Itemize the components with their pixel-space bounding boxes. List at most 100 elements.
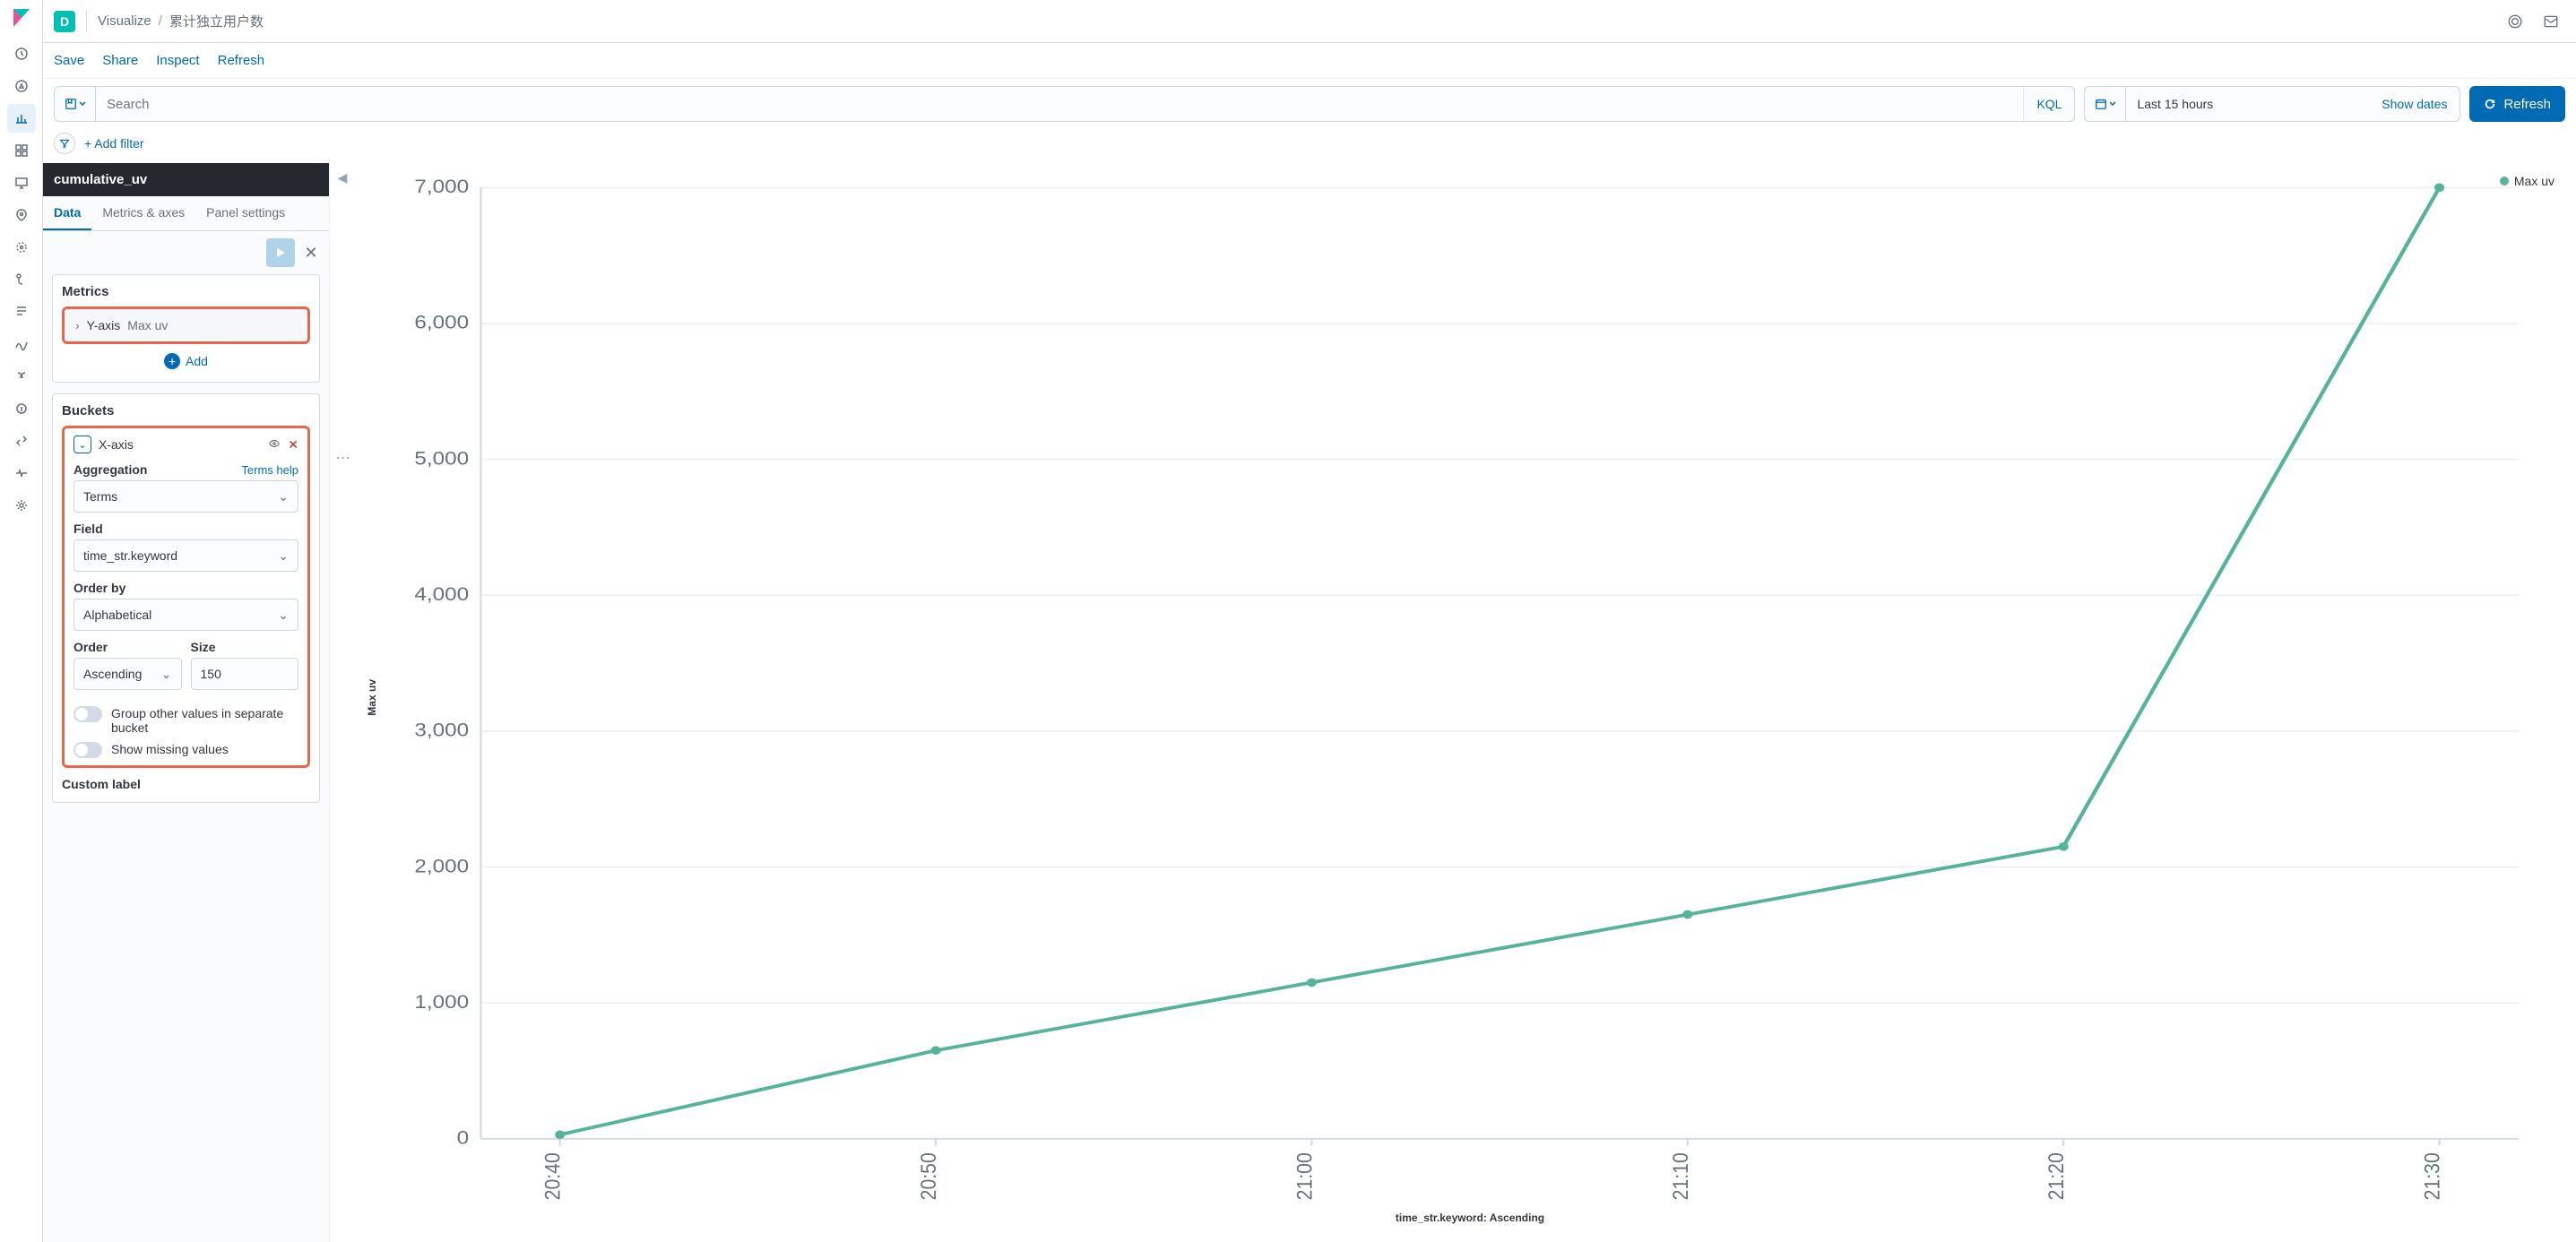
inspect-link[interactable]: Inspect <box>156 53 199 68</box>
nav-visualize-icon[interactable] <box>7 104 36 133</box>
date-range-text[interactable]: Last 15 hours <box>2126 97 2369 111</box>
discard-changes-icon[interactable]: ✕ <box>302 244 320 263</box>
orderby-select[interactable]: Alphabetical ⌄ <box>73 599 298 631</box>
nav-discover-icon[interactable] <box>7 72 36 100</box>
collapse-gutter: ◀ ⋮ <box>330 163 355 1242</box>
add-filter-link[interactable]: + Add filter <box>84 136 144 151</box>
svg-text:7,000: 7,000 <box>414 176 469 197</box>
tab-data[interactable]: Data <box>43 196 91 230</box>
size-input[interactable]: 150 <box>191 658 299 690</box>
svg-text:3,000: 3,000 <box>414 719 469 740</box>
nav-apm-icon[interactable] <box>7 330 36 358</box>
refresh-button-label: Refresh <box>2503 97 2551 112</box>
order-label: Order <box>73 640 108 654</box>
resize-handle-icon[interactable]: ⋮ <box>334 451 351 466</box>
svg-text:21:30: 21:30 <box>2419 1152 2444 1200</box>
metrics-section: Metrics › Y-axis Max uv + Add <box>52 274 320 383</box>
svg-text:21:10: 21:10 <box>1667 1152 1692 1200</box>
apply-changes-button[interactable] <box>266 238 295 267</box>
nav-devtools-icon[interactable] <box>7 427 36 455</box>
refresh-button[interactable]: Refresh <box>2469 86 2565 122</box>
svg-text:21:20: 21:20 <box>2044 1152 2069 1200</box>
group-other-label: Group other values in separate bucket <box>111 706 298 735</box>
chevron-right-icon: › <box>75 318 80 332</box>
show-dates-link[interactable]: Show dates <box>2369 97 2459 111</box>
svg-text:4,000: 4,000 <box>414 582 469 604</box>
show-missing-switch[interactable] <box>73 742 102 758</box>
yaxis-label: Max uv <box>362 679 382 716</box>
svg-text:5,000: 5,000 <box>414 447 469 469</box>
breadcrumb-separator: / <box>159 13 162 29</box>
nav-recent-icon[interactable] <box>7 39 36 68</box>
group-other-switch[interactable] <box>73 706 102 722</box>
order-select[interactable]: Ascending ⌄ <box>73 658 182 690</box>
save-link[interactable]: Save <box>54 53 84 68</box>
legend-label: Max uv <box>2514 174 2554 188</box>
chevron-down-icon: ⌄ <box>278 608 289 623</box>
nav-maps-icon[interactable] <box>7 201 36 229</box>
buckets-section: Buckets ⌄ X-axis ✕ Aggre <box>52 393 320 803</box>
metric-yaxis-row[interactable]: › Y-axis Max uv <box>62 306 310 344</box>
help-icon[interactable] <box>2501 7 2529 36</box>
chart-legend[interactable]: Max uv <box>2500 174 2554 188</box>
nav-management-icon[interactable] <box>7 491 36 520</box>
nav-uptime-icon[interactable] <box>7 362 36 391</box>
field-label: Field <box>73 522 103 536</box>
nav-metrics-icon[interactable] <box>7 265 36 294</box>
svg-text:21:00: 21:00 <box>1292 1152 1317 1200</box>
breadcrumb-app[interactable]: Visualize <box>98 13 151 29</box>
add-metric-button[interactable]: + Add <box>62 344 310 371</box>
remove-bucket-icon[interactable]: ✕ <box>288 437 298 453</box>
index-pattern-title[interactable]: cumulative_uv <box>43 163 329 196</box>
kibana-logo[interactable] <box>11 7 32 29</box>
newsfeed-icon[interactable] <box>2537 7 2565 36</box>
chart-area: Max uv Max uv 01,0002,0003,0004,0005,000… <box>355 163 2576 1242</box>
action-bar: Save Share Inspect Refresh <box>43 43 2576 79</box>
nav-ml-icon[interactable] <box>7 233 36 262</box>
svg-text:2,000: 2,000 <box>414 855 469 876</box>
nav-logs-icon[interactable] <box>7 298 36 326</box>
nav-dashboard-icon[interactable] <box>7 136 36 165</box>
bucket-xaxis-label: X-axis <box>99 437 134 452</box>
kql-toggle[interactable]: KQL <box>2023 87 2074 121</box>
buckets-heading: Buckets <box>62 403 310 418</box>
share-link[interactable]: Share <box>102 53 138 68</box>
search-input[interactable] <box>96 87 2023 121</box>
refresh-link[interactable]: Refresh <box>218 53 265 68</box>
nav-canvas-icon[interactable] <box>7 168 36 197</box>
aggregation-label: Aggregation <box>73 462 147 477</box>
date-picker: Last 15 hours Show dates <box>2084 86 2460 122</box>
calendar-button[interactable] <box>2085 87 2126 121</box>
nav-monitoring-icon[interactable] <box>7 459 36 487</box>
collapse-sidebar-icon[interactable]: ◀ <box>338 170 348 185</box>
custom-label-heading: Custom label <box>62 777 310 791</box>
breadcrumb-title: 累计独立用户数 <box>169 12 264 30</box>
chevron-down-icon: ⌄ <box>161 667 172 682</box>
nav-siem-icon[interactable] <box>7 394 36 423</box>
tab-panel-settings[interactable]: Panel settings <box>195 196 296 230</box>
toggle-visibility-icon[interactable] <box>268 437 281 453</box>
saved-queries-button[interactable] <box>55 87 96 121</box>
chevron-down-icon: ⌄ <box>278 489 289 505</box>
add-metric-label: Add <box>186 354 208 368</box>
size-label: Size <box>191 640 216 654</box>
chart-svg: 01,0002,0003,0004,0005,0006,0007,00020:4… <box>382 170 2558 1208</box>
filter-options-icon[interactable] <box>54 133 75 154</box>
svg-text:20:50: 20:50 <box>916 1152 941 1200</box>
svg-text:6,000: 6,000 <box>414 311 469 332</box>
collapse-bucket-toggle[interactable]: ⌄ <box>73 436 91 453</box>
query-row: KQL Last 15 hours Show dates Refresh <box>43 79 2576 129</box>
space-selector[interactable]: D <box>54 11 75 32</box>
terms-help-link[interactable]: Terms help <box>241 463 298 477</box>
orderby-label: Order by <box>73 581 125 595</box>
editor-tabs: Data Metrics & axes Panel settings <box>43 196 329 231</box>
show-missing-label: Show missing values <box>111 742 229 756</box>
metrics-heading: Metrics <box>62 284 310 299</box>
bucket-xaxis: ⌄ X-axis ✕ Aggregation Terms help <box>62 426 310 768</box>
plus-circle-icon: + <box>164 353 180 369</box>
aggregation-select[interactable]: Terms ⌄ <box>73 480 298 513</box>
field-select[interactable]: time_str.keyword ⌄ <box>73 539 298 572</box>
tab-metrics-axes[interactable]: Metrics & axes <box>91 196 195 230</box>
chevron-down-icon: ⌄ <box>278 548 289 564</box>
xaxis-label: time_str.keyword: Ascending <box>382 1212 2558 1224</box>
